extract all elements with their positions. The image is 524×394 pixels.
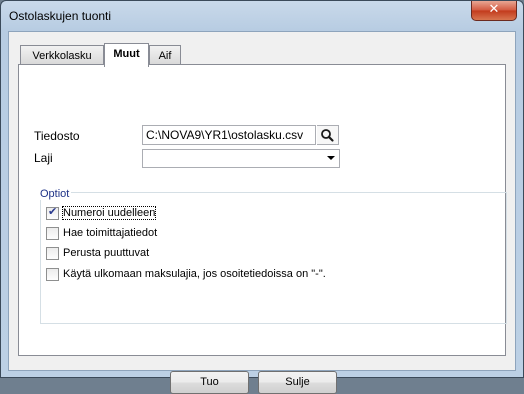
tab-muut[interactable]: Muut xyxy=(104,43,149,67)
search-icon xyxy=(321,129,334,142)
tab-label: Muut xyxy=(113,48,140,60)
tab-aif[interactable]: Aif xyxy=(149,45,181,65)
chevron-down-icon xyxy=(327,156,335,160)
option-label: Numeroi uudelleen xyxy=(61,206,157,220)
checkbox[interactable]: ✔ xyxy=(46,205,59,220)
dialog-window: Ostolaskujen tuonti ✕ Verkkolasku Muut A… xyxy=(0,0,524,394)
checkbox[interactable] xyxy=(46,247,59,260)
type-select[interactable] xyxy=(142,149,340,168)
tab-label: Verkkolasku xyxy=(32,50,92,62)
option-label: Perusta puuttuvat xyxy=(63,247,150,259)
type-label: Laji xyxy=(34,151,53,165)
title-bar[interactable]: Ostolaskujen tuonti ✕ xyxy=(1,1,523,31)
window-title: Ostolaskujen tuonti xyxy=(9,9,112,23)
check-icon: ✔ xyxy=(48,205,58,218)
close-window-button[interactable]: ✕ xyxy=(471,1,517,21)
close-icon: ✕ xyxy=(488,2,500,17)
checkbox[interactable] xyxy=(46,227,59,240)
option-label: Käytä ulkomaan maksulajia, jos osoitetie… xyxy=(63,268,326,280)
tab-verkkolasku[interactable]: Verkkolasku xyxy=(20,45,104,65)
option-label: Hae toimittajatiedot xyxy=(63,227,158,239)
tab-panel: Tiedosto C:\NOVA9\YR1\ostolasku.csv Laji… xyxy=(18,64,507,356)
close-button[interactable]: Sulje xyxy=(258,371,337,394)
file-label: Tiedosto xyxy=(34,129,80,143)
file-path-input[interactable]: C:\NOVA9\YR1\ostolasku.csv xyxy=(142,125,316,145)
import-button[interactable]: Tuo xyxy=(170,371,249,394)
browse-button[interactable] xyxy=(317,125,339,145)
tab-label: Aif xyxy=(158,50,172,62)
checkbox[interactable] xyxy=(46,268,59,281)
options-group-title: Optiot xyxy=(38,188,72,200)
dialog-client: Verkkolasku Muut Aif Tiedosto C:\NOVA9\Y… xyxy=(8,31,516,394)
